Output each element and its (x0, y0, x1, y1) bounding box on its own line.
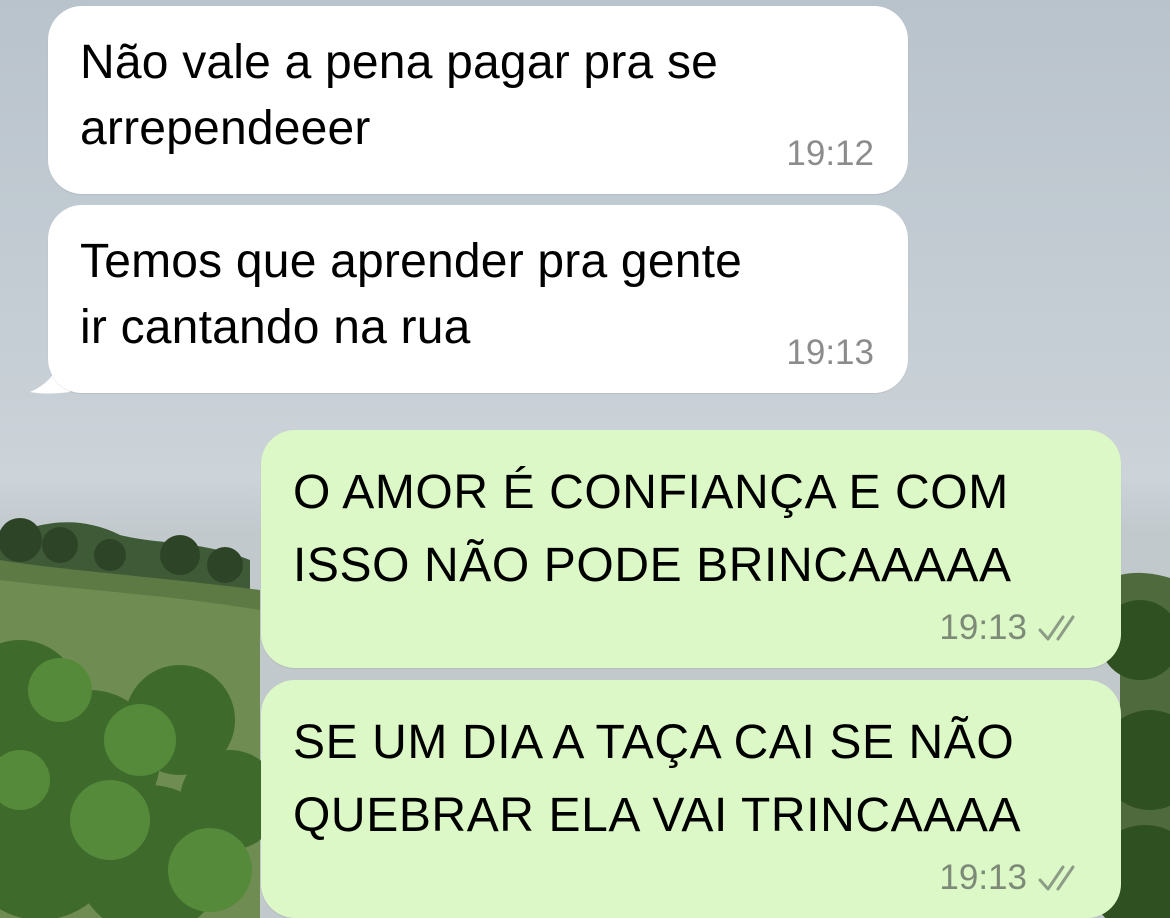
message-bubble-outgoing[interactable]: O AMOR É CONFIANÇA E COM ISSO NÃO PODE B… (261, 430, 1121, 668)
message-text: SE UM DIA A TAÇA CAI SE NÃO QUEBRAR ELA … (293, 716, 1022, 842)
message-bubble-outgoing[interactable]: SE UM DIA A TAÇA CAI SE NÃO QUEBRAR ELA … (261, 680, 1121, 918)
message-meta: 19:13 (786, 333, 874, 373)
message-meta: 19:13 (939, 608, 1085, 648)
double-check-icon (1038, 615, 1075, 641)
message-timestamp: 19:13 (939, 608, 1027, 647)
message-text: O AMOR É CONFIANÇA E COM ISSO NÃO PODE B… (293, 466, 1012, 592)
message-text: Temos que aprender pra gente ir cantando… (80, 235, 743, 354)
message-timestamp: 19:13 (786, 333, 874, 372)
double-check-icon (1038, 865, 1075, 891)
message-meta: 19:12 (786, 134, 874, 174)
message-meta: 19:13 (939, 858, 1085, 898)
message-bubble-incoming[interactable]: Temos que aprender pra gente ir cantando… (48, 205, 908, 393)
message-bubble-incoming[interactable]: Não vale a pena pagar pra se arrependeee… (48, 6, 908, 194)
message-timestamp: 19:12 (786, 134, 874, 173)
message-text: Não vale a pena pagar pra se arrependeee… (80, 36, 719, 155)
message-timestamp: 19:13 (939, 858, 1027, 897)
